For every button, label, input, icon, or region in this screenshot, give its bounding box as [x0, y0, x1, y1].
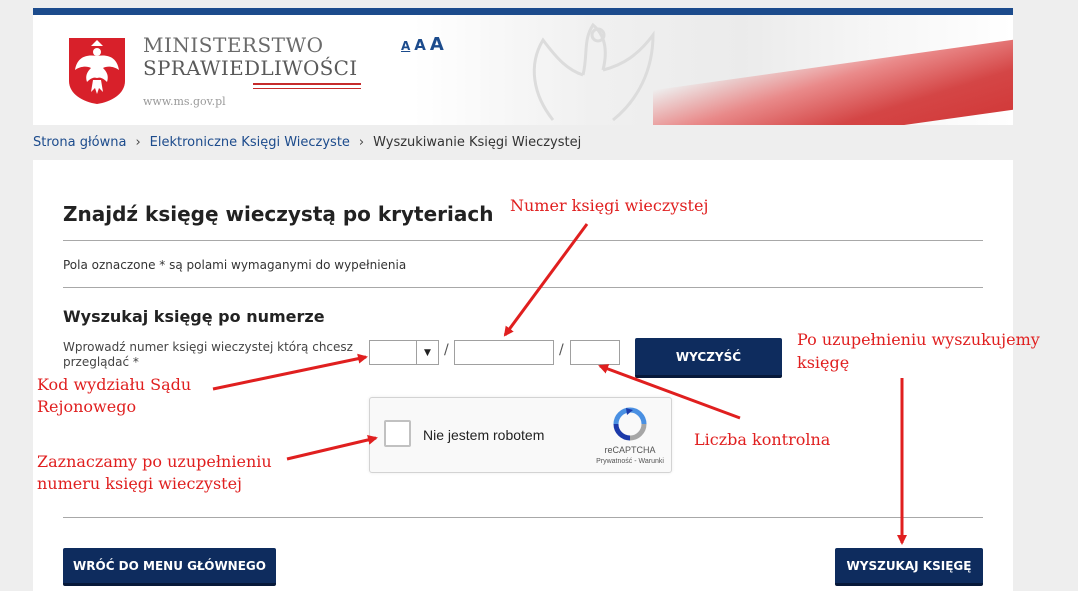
arrow-to-captcha [286, 434, 378, 461]
annotation-captcha-2: numeru księgi wieczystej [37, 474, 243, 493]
annotation-court-code-2: Rejonowego [37, 397, 137, 416]
arrow-to-court-code [212, 353, 368, 391]
annotation-check-digit: Liczba kontrolna [694, 430, 831, 449]
annotation-captcha-1: Zaznaczamy po uzupełnieniu [37, 452, 272, 471]
annotation-after-fill-2: księgę [797, 353, 850, 372]
annotation-book-number: Numer księgi wieczystej [510, 196, 709, 215]
arrow-to-check-digit [598, 364, 741, 420]
arrow-to-book-number [503, 223, 589, 337]
annotation-court-code-1: Kod wydziału Sądu [37, 375, 192, 394]
annotation-arrows [212, 223, 907, 545]
annotation-after-fill-1: Po uzupełnieniu wyszukujemy [797, 330, 1040, 349]
